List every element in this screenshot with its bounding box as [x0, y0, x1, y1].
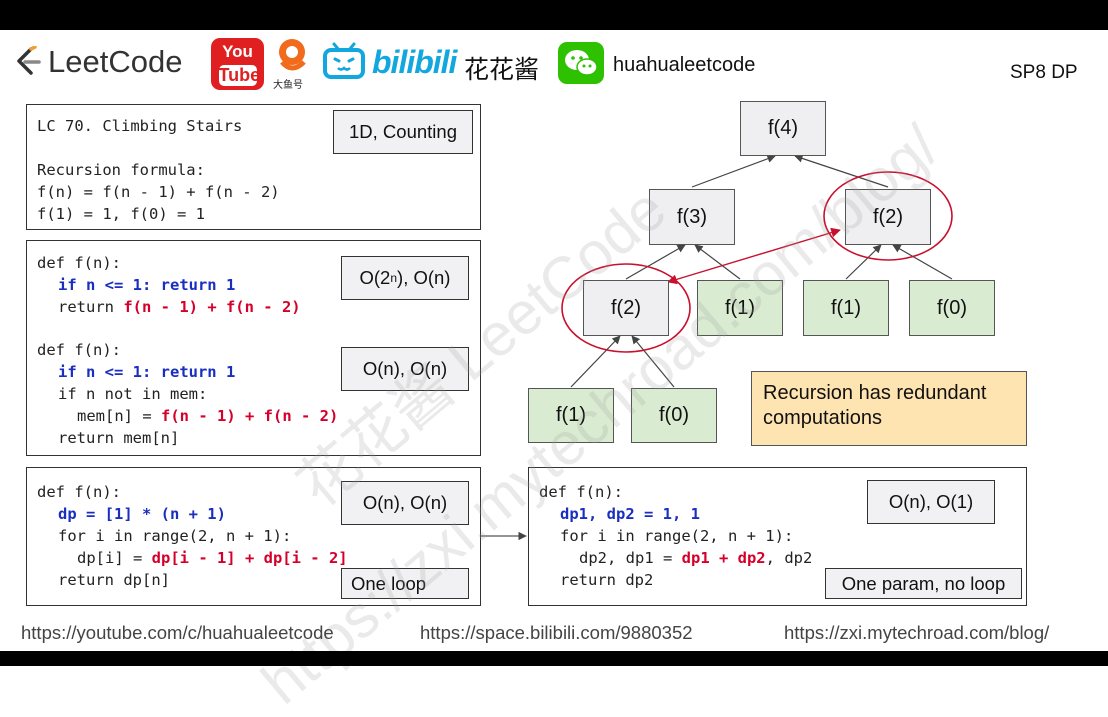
edge-f1b-to-f3	[694, 244, 741, 280]
redundancy-callout: Recursion has redundant computations	[751, 371, 1027, 446]
memo-assign: mem[n] = f(n - 1) + f(n - 2)	[77, 406, 338, 428]
edge-f1c-to-f2	[845, 244, 882, 280]
leetcode-logo[interactable]: LeetCode	[14, 44, 182, 80]
footer-blog-link[interactable]: https://zxi.mytechroad.com/blog/	[784, 622, 1049, 644]
dp-complexity: O(n), O(n)	[341, 481, 469, 525]
node-f1-c: f(1)	[528, 388, 614, 443]
youtube-you-text: You	[222, 42, 253, 61]
dayuhao-label: 大鱼号	[273, 80, 303, 91]
recursion-return-expr: f(n - 1) + f(n - 2)	[123, 298, 301, 316]
complexity-exponent: n	[390, 271, 398, 285]
bilibili-logo-text[interactable]: bilibili	[372, 44, 457, 81]
leetcode-logo-text: LeetCode	[48, 44, 183, 79]
dp-assign-prefix: dp[i] =	[77, 549, 152, 567]
dp2-complexity: O(n), O(1)	[867, 480, 995, 524]
node-f1-b: f(1)	[803, 280, 889, 336]
footer-youtube-link[interactable]: https://youtube.com/c/huahualeetcode	[21, 622, 334, 644]
edge-f0-to-f2a	[631, 335, 675, 388]
dp2-loop: for i in range(2, n + 1):	[560, 527, 794, 545]
edge-f0d-to-f2	[892, 244, 953, 280]
dp2-note: One param, no loop	[825, 568, 1022, 599]
memo-base: if n <= 1: return 1	[58, 363, 236, 381]
node-f3: f(3)	[649, 189, 735, 245]
footer-bilibili-link[interactable]: https://space.bilibili.com/9880352	[420, 622, 693, 644]
recursion-return-prefix: return	[58, 298, 124, 316]
channel-name-cn: 花花酱	[464, 56, 540, 84]
dp-assign: dp[i] = dp[i - 1] + dp[i - 2]	[77, 548, 348, 570]
node-f4: f(4)	[740, 101, 826, 156]
problem-tag: 1D, Counting	[333, 110, 473, 154]
series-label: SP8 DP	[1010, 62, 1078, 83]
dp-assign-expr: dp[i - 1] + dp[i - 2]	[151, 549, 348, 567]
complexity-base: O(2	[359, 267, 391, 288]
dp2-assign-suffix: , dp2	[765, 549, 813, 567]
formula-heading: Recursion formula:	[37, 161, 205, 179]
wechat-id: huahualeetcode	[613, 54, 756, 76]
wechat-icon[interactable]	[558, 42, 604, 84]
recursion-base: if n <= 1: return 1	[58, 276, 236, 294]
problem-title: LC 70. Climbing Stairs	[37, 117, 243, 135]
dp2-assign: dp2, dp1 = dp1 + dp2, dp2	[579, 548, 812, 570]
memo-check: if n not in mem:	[58, 385, 208, 403]
dp2-assign-expr: dp1 + dp2	[681, 549, 766, 567]
dp-loop: for i in range(2, n + 1):	[58, 527, 292, 545]
dp-def: def f(n):	[37, 483, 121, 501]
edge-f3-to-f4	[691, 154, 776, 188]
node-f2-left: f(2)	[583, 280, 669, 336]
dp2-return: return dp2	[560, 571, 654, 589]
memo-assign-prefix: mem[n] =	[77, 407, 161, 425]
formula-line-1: f(n) = f(n - 1) + f(n - 2)	[37, 183, 280, 201]
memo-assign-expr: f(n - 1) + f(n - 2)	[161, 407, 339, 425]
edge-f2a-to-f3	[625, 244, 686, 280]
top-bar	[0, 0, 1108, 30]
dp2-def: def f(n):	[539, 483, 623, 501]
recursion-return: return f(n - 1) + f(n - 2)	[58, 297, 301, 319]
youtube-logo[interactable]: You Tube	[211, 38, 264, 90]
dp-init: dp = [1] * (n + 1)	[58, 505, 226, 523]
node-f0-b: f(0)	[631, 388, 717, 443]
header-bar: LeetCode You Tube 大鱼号 bilibili 花花酱 huahu…	[0, 30, 1108, 94]
memo-complexity: O(n), O(n)	[341, 347, 469, 391]
dp-note: One loop	[341, 568, 469, 599]
dp2-init: dp1, dp2 = 1, 1	[560, 505, 700, 523]
dp-return: return dp[n]	[58, 571, 170, 589]
edge-f1-to-f2a	[570, 335, 621, 388]
node-f0-a: f(0)	[909, 280, 995, 336]
node-f2-right: f(2)	[845, 189, 931, 245]
youtube-tube-text: Tube	[218, 65, 261, 86]
node-f1-a: f(1)	[697, 280, 783, 336]
recursion-complexity: O(2 n), O(n)	[341, 256, 469, 300]
memo-def: def f(n):	[37, 341, 121, 359]
leetcode-icon	[17, 46, 41, 75]
memo-return: return mem[n]	[58, 429, 180, 447]
bilibili-tv-icon[interactable]	[322, 42, 366, 80]
dp2-assign-prefix: dp2, dp1 =	[579, 549, 682, 567]
complexity-rest: ), O(n)	[397, 267, 451, 288]
edge-f2-to-f4	[794, 154, 889, 188]
bottom-bar	[0, 651, 1108, 666]
formula-line-2: f(1) = 1, f(0) = 1	[37, 205, 205, 223]
recursion-def: def f(n):	[37, 254, 121, 272]
